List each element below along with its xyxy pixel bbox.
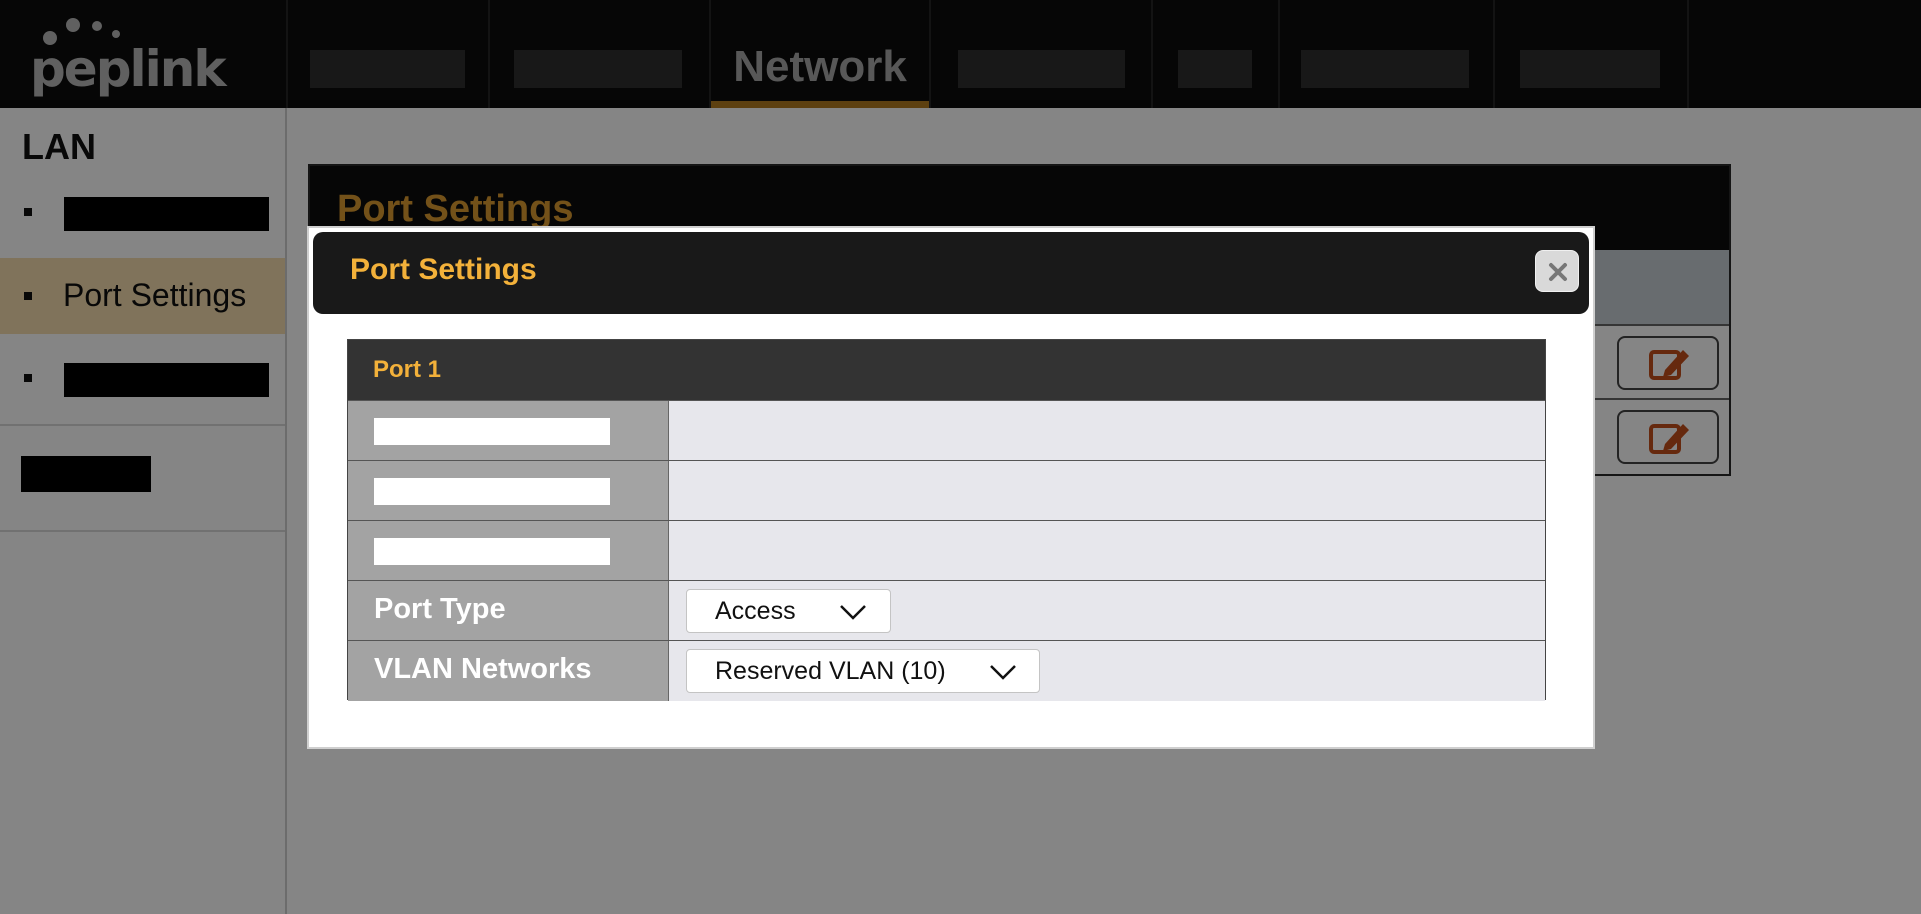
row-label-cell: Port Type	[348, 581, 669, 640]
row-label-cell	[348, 461, 669, 520]
dialog-title: Port Settings	[350, 253, 537, 286]
row-value-cell	[669, 461, 1545, 520]
port-settings-dialog: Port Settings Port 1 Port Type Access VL…	[307, 226, 1595, 749]
table-row-port-type: Port Type Access	[348, 580, 1545, 640]
port-type-select[interactable]: Access	[686, 589, 891, 633]
row-label-cell	[348, 521, 669, 580]
table-row	[348, 520, 1545, 580]
vlan-networks-value: Reserved VLAN (10)	[715, 657, 946, 685]
port-settings-table: Port 1 Port Type Access VLAN Networks Re…	[347, 339, 1546, 701]
close-icon	[1549, 263, 1567, 281]
redacted-label	[374, 478, 610, 505]
vlan-networks-select[interactable]: Reserved VLAN (10)	[686, 649, 1040, 693]
close-button[interactable]	[1535, 250, 1579, 292]
row-value-cell: Access	[669, 581, 1545, 640]
table-row	[348, 400, 1545, 460]
row-value-cell	[669, 401, 1545, 460]
table-header-label: Port 1	[373, 356, 442, 383]
row-value-cell	[669, 521, 1545, 580]
redacted-label	[374, 418, 610, 445]
port-type-label: Port Type	[374, 593, 506, 625]
row-label-cell: VLAN Networks	[348, 641, 669, 701]
chevron-down-icon	[840, 605, 866, 620]
chevron-down-icon	[990, 665, 1016, 680]
row-value-cell: Reserved VLAN (10)	[669, 641, 1545, 701]
redacted-label	[374, 538, 610, 565]
table-row	[348, 460, 1545, 520]
dialog-header: Port Settings	[313, 232, 1589, 314]
table-row-vlan-networks: VLAN Networks Reserved VLAN (10)	[348, 640, 1545, 701]
vlan-networks-label: VLAN Networks	[374, 653, 592, 685]
table-header: Port 1	[348, 340, 1545, 400]
row-label-cell	[348, 401, 669, 460]
port-type-value: Access	[715, 597, 796, 625]
